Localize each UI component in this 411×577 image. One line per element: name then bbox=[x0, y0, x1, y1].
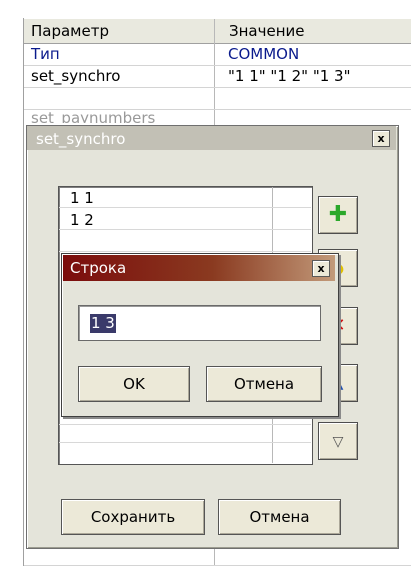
grid-row-divider bbox=[24, 87, 411, 88]
list-item[interactable]: 1 1 bbox=[70, 189, 94, 207]
grid-param-set-paynumbers[interactable]: set_paynumbers bbox=[31, 109, 155, 123]
string-input-value[interactable]: 1 3 bbox=[90, 314, 116, 333]
grid-row-divider bbox=[24, 65, 411, 66]
string-dialog-title: Строка bbox=[70, 259, 127, 277]
grid-param-set-synchro[interactable]: set_synchro bbox=[31, 67, 120, 85]
close-icon: x bbox=[377, 132, 385, 145]
set-synchro-close-button[interactable]: x bbox=[372, 130, 390, 147]
arrow-down-icon: ▽ bbox=[332, 434, 344, 450]
set-synchro-title: set_synchro bbox=[36, 130, 126, 148]
cancel-button[interactable]: Отмена bbox=[218, 499, 341, 535]
list-item[interactable]: 1 2 bbox=[70, 211, 94, 229]
grid-header-value[interactable]: Значение bbox=[229, 22, 305, 40]
grid-bottom-line bbox=[24, 565, 411, 566]
grid-value-type[interactable]: COMMON bbox=[228, 45, 299, 63]
list-row-divider bbox=[59, 424, 311, 425]
grid-param-type[interactable]: Тип bbox=[31, 45, 60, 63]
close-icon: x bbox=[317, 262, 325, 275]
move-down-button[interactable]: ▽ bbox=[318, 422, 358, 460]
list-row-divider bbox=[59, 207, 311, 208]
list-row-divider bbox=[59, 229, 311, 230]
string-cancel-button[interactable]: Отмена bbox=[206, 366, 322, 402]
list-row-divider bbox=[59, 442, 311, 443]
grid-header-param[interactable]: Параметр bbox=[31, 22, 109, 40]
plus-icon: ✚ bbox=[328, 202, 348, 227]
string-dialog-close-button[interactable]: x bbox=[312, 260, 330, 277]
add-item-button[interactable]: ✚ bbox=[318, 196, 358, 234]
list-row-divider bbox=[59, 251, 311, 252]
ok-button[interactable]: OK bbox=[78, 366, 190, 402]
grid-value-set-synchro[interactable]: "1 1" "1 2" "1 3" bbox=[228, 67, 351, 85]
save-button[interactable]: Сохранить bbox=[61, 499, 205, 535]
